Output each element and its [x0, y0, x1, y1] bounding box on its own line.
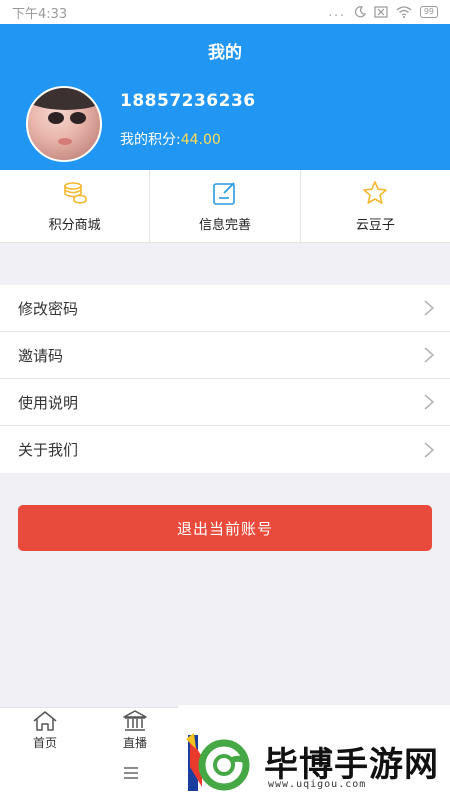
points-label: 我的积分:	[120, 132, 181, 148]
quick-links: 积分商城 信息完善 云豆子	[0, 170, 450, 243]
bank-icon	[123, 710, 147, 731]
sim-off-icon	[374, 6, 388, 18]
tab-label: 首页	[32, 736, 57, 750]
tab-label: 直播	[122, 736, 147, 750]
edit-icon	[213, 181, 235, 205]
battery-icon: 99	[419, 6, 438, 18]
avatar-eye-left	[48, 112, 64, 124]
menu-item-about-us[interactable]: 关于我们	[0, 426, 450, 473]
menu-icon[interactable]	[124, 767, 138, 779]
status-time: 下午4:33	[12, 6, 68, 22]
menu-item-label: 使用说明	[18, 393, 79, 412]
user-points: 我的积分:44.00	[120, 129, 221, 149]
status-bar: 下午4:33 ... 99	[0, 0, 450, 24]
watermark: 毕博手游网 www.uqigou.com	[178, 705, 450, 800]
menu-item-change-password[interactable]: 修改密码	[0, 285, 450, 332]
points-value: 44.00	[180, 132, 221, 148]
watermark-url: www.uqigou.com	[268, 779, 367, 790]
chevron-right-icon	[424, 347, 434, 363]
status-icons: ... 99	[328, 5, 438, 19]
quick-link-complete-info[interactable]: 信息完善	[150, 170, 301, 242]
chevron-right-icon	[424, 394, 434, 410]
tab-home[interactable]: 首页	[0, 708, 90, 753]
logout-button[interactable]: 退出当前账号	[18, 505, 432, 551]
home-icon	[33, 711, 57, 731]
avatar-mouth	[58, 138, 72, 145]
settings-menu: 修改密码 邀请码 使用说明 关于我们	[0, 285, 450, 473]
chevron-right-icon	[424, 441, 434, 458]
wifi-icon	[396, 6, 412, 18]
menu-item-instructions[interactable]: 使用说明	[0, 379, 450, 426]
quick-link-label: 信息完善	[198, 217, 251, 233]
quick-link-cloud-beans[interactable]: 云豆子	[301, 170, 450, 242]
page-title: 我的	[208, 43, 242, 63]
chevron-right-icon	[424, 300, 434, 316]
menu-item-label: 邀请码	[18, 346, 64, 365]
menu-item-label: 关于我们	[18, 441, 79, 459]
quick-link-points-mall[interactable]: 积分商城	[0, 170, 151, 242]
tab-live[interactable]: 直播	[90, 708, 180, 753]
notification-dots: ...	[328, 5, 346, 19]
quick-link-label: 积分商城	[48, 217, 101, 233]
avatar-hair	[28, 88, 100, 110]
menu-item-invite-code[interactable]: 邀请码	[0, 332, 450, 379]
watermark-logo-icon	[186, 733, 250, 791]
moon-icon	[354, 6, 366, 18]
user-phone: 18857236236	[120, 91, 256, 111]
star-icon	[363, 180, 388, 204]
avatar-eye-right	[70, 112, 86, 124]
quick-link-label: 云豆子	[355, 217, 395, 233]
coins-icon	[63, 181, 87, 204]
avatar[interactable]	[26, 86, 102, 162]
menu-item-label: 修改密码	[18, 299, 79, 318]
profile-header: 我的 18857236236 我的积分:44.00	[0, 24, 450, 170]
